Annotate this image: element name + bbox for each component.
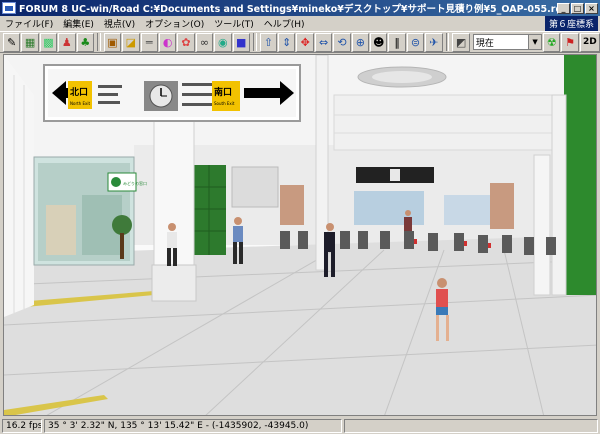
maximize-button[interactable]: □ xyxy=(571,2,584,14)
station-scene: みどりの窓口 北口 North Exit 南口 South Exit xyxy=(4,55,596,415)
geo-coordinates-readout: 35 ° 3' 2.32" N, 135 ° 13' 15.42" E - (-… xyxy=(44,418,342,433)
pedestrian-far xyxy=(404,210,412,231)
paint-icon[interactable]: ◐ xyxy=(158,32,177,52)
south-exit-label: 南口 xyxy=(214,86,232,98)
view-select-value: 現在 xyxy=(475,38,494,49)
minimize-button[interactable]: _ xyxy=(557,2,570,14)
menu-file[interactable]: ファイル(F) xyxy=(0,17,58,30)
rotate-icon[interactable]: ⟲ xyxy=(333,32,351,52)
shop-sign-text: みどりの窓口 xyxy=(123,180,147,186)
move-up-icon[interactable]: ⇧ xyxy=(259,32,278,52)
north-exit-sublabel: North Exit xyxy=(70,101,90,106)
person-icon[interactable]: ♟ xyxy=(58,32,76,52)
fps-readout: 16.2 fps xyxy=(2,418,42,433)
3d-viewport[interactable]: みどりの窓口 北口 North Exit 南口 South Exit xyxy=(3,54,597,416)
globe-icon[interactable]: ◉ xyxy=(214,32,232,52)
toolbar: ✎ ▦ ▩ ♟ ♣ ▣ ◪ ═ ◐ ✿ ∞ ◉ ■ ⇧ ⇕ ✥ ⇔ ⟲ ⊕ ☻ … xyxy=(0,31,600,53)
walk-icon[interactable]: ☻ xyxy=(370,32,388,52)
close-button[interactable]: × xyxy=(585,2,598,14)
menu-options[interactable]: オプション(O) xyxy=(140,17,209,30)
window-title: FORUM 8 UC-win/Road C:¥Documents and Set… xyxy=(19,4,557,15)
road-icon[interactable]: ═ xyxy=(140,32,158,52)
move-vertical-icon[interactable]: ⇕ xyxy=(278,32,296,52)
coordinate-system-label: 第６座標系 xyxy=(544,16,598,31)
grid-icon[interactable]: ▩ xyxy=(39,32,58,52)
road-edit-icon[interactable]: ✎ xyxy=(3,32,21,52)
zoom-icon[interactable]: ⊕ xyxy=(351,32,370,52)
mode-2d-button[interactable]: 2D xyxy=(579,32,600,52)
model-icon[interactable]: ▣ xyxy=(103,32,122,52)
flag-icon[interactable]: ⚑ xyxy=(561,32,579,52)
title-bar: FORUM 8 UC-win/Road C:¥Documents and Set… xyxy=(0,0,600,16)
menu-view[interactable]: 視点(V) xyxy=(99,17,140,30)
view-select[interactable]: 現在 ▼ xyxy=(472,34,543,50)
app-icon xyxy=(2,2,16,14)
palette-icon[interactable]: ✿ xyxy=(177,32,195,52)
menu-edit[interactable]: 編集(E) xyxy=(58,17,99,30)
north-exit-label: 北口 xyxy=(70,86,88,98)
overhead-exit-sign: 北口 North Exit 南口 South Exit xyxy=(43,64,301,122)
cube-icon[interactable]: ■ xyxy=(232,32,250,52)
pause-icon[interactable]: ‖ xyxy=(388,32,406,52)
move-horizontal-icon[interactable]: ⇔ xyxy=(314,32,333,52)
menu-tools[interactable]: ツール(T) xyxy=(209,17,259,30)
fly-icon[interactable]: ✈ xyxy=(425,32,443,52)
south-exit-sublabel: South Exit xyxy=(214,101,235,106)
menu-bar: ファイル(F) 編集(E) 視点(V) オプション(O) ツール(T) ヘルプ(… xyxy=(0,16,600,31)
terrain-icon[interactable]: ▦ xyxy=(21,32,39,52)
drive-icon[interactable]: ⊜ xyxy=(406,32,425,52)
tree-icon[interactable]: ♣ xyxy=(76,32,94,52)
camera-icon[interactable]: ◩ xyxy=(452,32,470,52)
menu-help[interactable]: ヘルプ(H) xyxy=(259,17,310,30)
traffic-light-icon[interactable]: ☢ xyxy=(543,32,561,52)
texture-icon[interactable]: ◪ xyxy=(122,32,140,52)
link-icon[interactable]: ∞ xyxy=(195,32,214,52)
pan-icon[interactable]: ✥ xyxy=(296,32,314,52)
chevron-down-icon: ▼ xyxy=(528,35,542,49)
status-empty-panel xyxy=(344,418,598,433)
status-bar: 16.2 fps 35 ° 3' 2.32" N, 135 ° 13' 15.4… xyxy=(0,417,600,434)
